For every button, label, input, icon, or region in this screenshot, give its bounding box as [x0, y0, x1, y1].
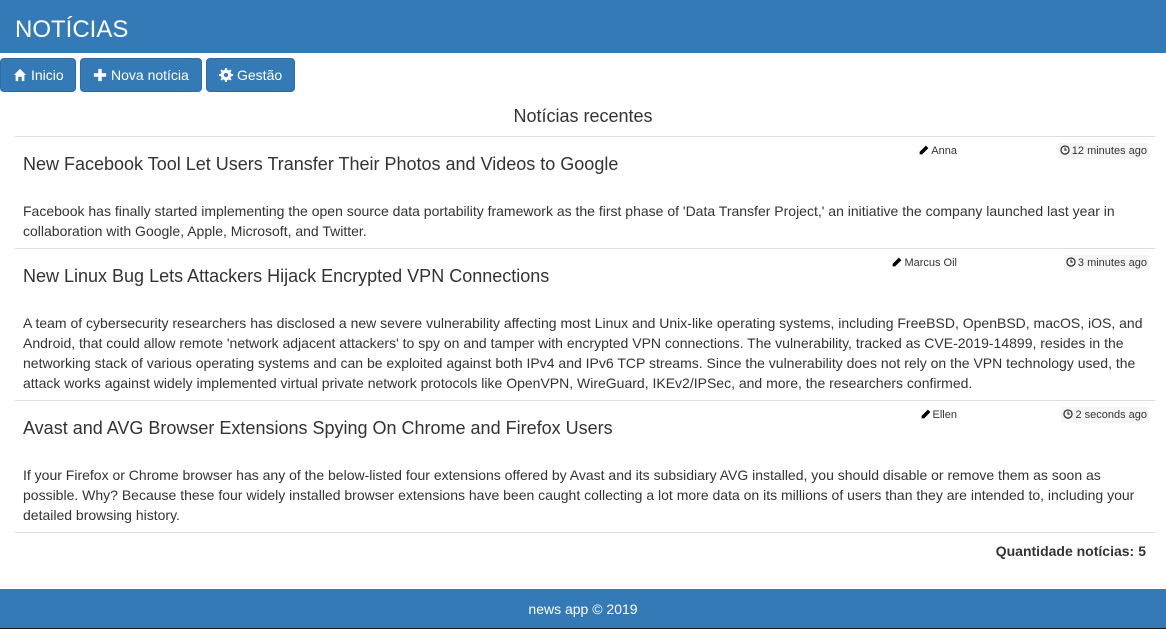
- news-item: Avast and AVG Browser Extensions Spying …: [15, 400, 1155, 532]
- news-author-name: Anna: [931, 145, 957, 157]
- top-bar: NOTÍCIAS: [0, 0, 1166, 53]
- pencil-icon: [921, 409, 930, 419]
- news-author: Marcus Oil: [892, 255, 957, 271]
- news-item: New Linux Bug Lets Attackers Hijack Encr…: [15, 248, 1155, 400]
- news-time-text: 2 seconds ago: [1075, 409, 1147, 421]
- news-author-name: Marcus Oil: [904, 257, 957, 269]
- new-news-button[interactable]: Nova notícia: [80, 58, 202, 92]
- pencil-icon: [893, 257, 902, 267]
- home-button[interactable]: Inicio: [0, 58, 76, 92]
- clock-icon: [1060, 145, 1070, 155]
- manage-button-label: Gestão: [237, 67, 283, 83]
- clock-icon: [1066, 257, 1076, 267]
- news-item: New Facebook Tool Let Users Transfer The…: [15, 136, 1155, 248]
- news-author: Anna: [919, 143, 957, 159]
- news-time-text: 12 minutes ago: [1071, 145, 1147, 157]
- pencil-icon: [919, 145, 929, 155]
- clock-icon: [1063, 409, 1074, 419]
- news-count-value: 5: [1138, 543, 1146, 559]
- news-title[interactable]: New Linux Bug Lets Attackers Hijack Encr…: [23, 265, 549, 287]
- footer: news app © 2019: [0, 589, 1166, 629]
- news-count: Quantidade notícias: 5: [996, 541, 1146, 561]
- news-author: Ellen: [921, 407, 957, 423]
- news-title[interactable]: Avast and AVG Browser Extensions Spying …: [23, 417, 613, 439]
- news-author-name: Ellen: [932, 409, 957, 421]
- news-list: New Facebook Tool Let Users Transfer The…: [15, 136, 1155, 533]
- news-body: Facebook has finally started implementin…: [23, 203, 1115, 239]
- news-time-text: 3 minutes ago: [1077, 257, 1147, 269]
- app-brand[interactable]: NOTÍCIAS: [15, 16, 128, 44]
- news-time: 12 minutes ago: [1057, 143, 1149, 159]
- news-time: 3 minutes ago: [1063, 255, 1149, 271]
- home-button-label: Inicio: [31, 67, 64, 83]
- footer-copyright: news app © 2019: [528, 601, 638, 617]
- news-body: A team of cybersecurity researchers has …: [23, 315, 1143, 391]
- plus-icon: [93, 68, 107, 82]
- news-count-label: Quantidade notícias:: [995, 543, 1135, 559]
- section-title: Notícias recentes: [513, 106, 653, 126]
- news-time: 2 seconds ago: [1061, 407, 1149, 423]
- news-body: If your Firefox or Chrome browser has an…: [23, 467, 1135, 523]
- manage-button[interactable]: Gestão: [206, 58, 295, 92]
- news-title[interactable]: New Facebook Tool Let Users Transfer The…: [23, 153, 618, 175]
- gear-icon: [219, 68, 233, 82]
- home-icon: [13, 68, 27, 82]
- list-divider: [15, 532, 1155, 533]
- new-news-button-label: Nova notícia: [111, 67, 189, 83]
